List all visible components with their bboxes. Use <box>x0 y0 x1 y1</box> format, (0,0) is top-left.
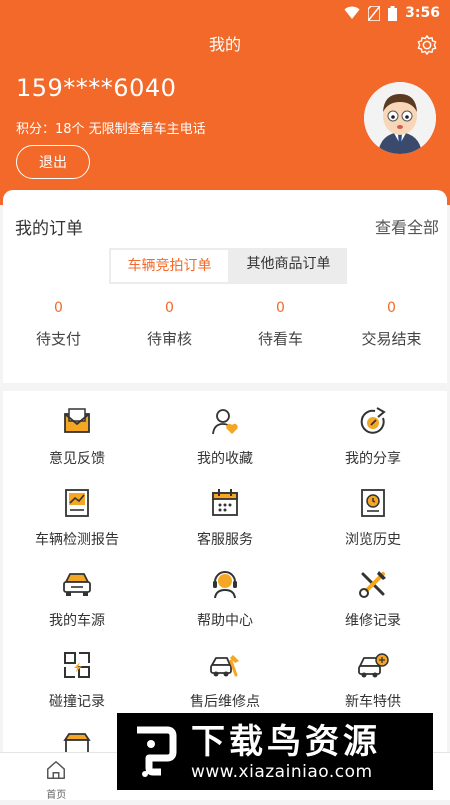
stat-count: 0 <box>387 300 396 316</box>
stat-completed[interactable]: 0 交易结束 <box>336 300 447 349</box>
stat-count: 0 <box>54 300 63 316</box>
menu-item-label: 我的分享 <box>345 451 401 467</box>
wifi-icon <box>344 6 360 19</box>
menu-item-label: 客服服务 <box>197 532 253 548</box>
user-phone: 159****6040 <box>16 74 177 102</box>
menu-item-label: 碰撞记录 <box>49 694 105 710</box>
menu-item-favorites[interactable]: 我的收藏 <box>151 400 299 481</box>
menu-item-inspection-report[interactable]: 车辆检测报告 <box>3 481 151 562</box>
watermark-title: 下载鸟资源 <box>191 721 381 762</box>
tab-home[interactable]: 首页 <box>0 753 113 801</box>
menu-item-label: 浏览历史 <box>345 532 401 548</box>
home-icon <box>47 761 66 779</box>
tools-icon <box>359 571 386 598</box>
headset-icon <box>213 571 237 599</box>
section-divider <box>3 383 447 391</box>
history-icon <box>361 489 385 517</box>
menu-item-repair-records[interactable]: 维修记录 <box>299 562 447 643</box>
order-tabs: 车辆竞拍订单 其他商品订单 <box>109 248 347 284</box>
menu-item-customer-service[interactable]: 客服服务 <box>151 481 299 562</box>
menu-item-feedback[interactable]: 意见反馈 <box>3 400 151 481</box>
page-title: 我的 <box>208 35 241 54</box>
avatar[interactable] <box>364 82 436 154</box>
menu-item-label: 售后维修点 <box>190 694 260 710</box>
menu-item-label: 帮助中心 <box>197 613 253 629</box>
no-sim-icon <box>368 5 381 21</box>
stat-pending-viewing[interactable]: 0 待看车 <box>225 300 336 349</box>
view-all-link[interactable]: 查看全部 <box>375 214 439 238</box>
menu-item-service-points[interactable]: 售后维修点 <box>151 643 299 724</box>
tab-other-orders[interactable]: 其他商品订单 <box>230 248 347 284</box>
menu-item-collision-records[interactable]: 碰撞记录 <box>3 643 151 724</box>
stat-label: 交易结束 <box>361 330 422 348</box>
menu-item-history[interactable]: 浏览历史 <box>299 481 447 562</box>
status-bar: 3:56 <box>0 0 450 26</box>
stat-pending-payment[interactable]: 0 待支付 <box>3 300 114 349</box>
menu-item-my-cars[interactable]: 我的车源 <box>3 562 151 643</box>
collision-icon <box>64 652 90 678</box>
report-icon <box>65 489 89 517</box>
menu-item-label: 我的收藏 <box>197 451 253 467</box>
stat-pending-review[interactable]: 0 待审核 <box>114 300 225 349</box>
share-icon <box>360 407 386 434</box>
stat-label: 待看车 <box>257 330 303 348</box>
watermark-logo: 下载鸟资源 www.xiazainiao.com <box>117 713 433 790</box>
points-info: 积分：18个 无限制查看车主电话 <box>16 122 206 137</box>
orders-title: 我的订单 <box>15 219 83 239</box>
menu-item-help-center[interactable]: 帮助中心 <box>151 562 299 643</box>
menu-item-new-car-offers[interactable]: 新车特供 <box>299 643 447 724</box>
stat-label: 待审核 <box>146 330 192 348</box>
menu-item-label: 新车特供 <box>345 694 401 710</box>
status-time: 3:56 <box>405 5 440 21</box>
menu-item-label: 维修记录 <box>345 613 401 629</box>
tab-home-label: 首页 <box>46 790 67 801</box>
watermark-url: www.xiazainiao.com <box>191 761 373 782</box>
new-car-icon <box>358 653 389 678</box>
repair-car-icon <box>210 655 239 677</box>
menu-item-label: 车辆检测报告 <box>35 532 119 548</box>
calendar-icon <box>212 489 238 516</box>
favorite-icon <box>212 409 238 435</box>
order-stats: 0 待支付 0 待审核 0 待看车 0 交易结束 <box>3 300 447 349</box>
menu-item-share[interactable]: 我的分享 <box>299 400 447 481</box>
settings-gear-icon[interactable] <box>416 34 438 56</box>
content-card: 我的订单 查看全部 车辆竞拍订单 其他商品订单 0 待支付 0 待审核 0 待看… <box>3 190 447 800</box>
battery-icon <box>388 5 398 21</box>
feedback-icon <box>64 408 90 433</box>
car-source-icon <box>63 573 91 596</box>
menu-item-label: 意见反馈 <box>49 451 105 467</box>
logout-button[interactable]: 退出 <box>16 145 90 179</box>
menu-item-label: 我的车源 <box>49 613 105 629</box>
bird-logo-icon <box>137 726 177 777</box>
avatar-cartoon-icon <box>364 82 436 154</box>
stat-label: 待支付 <box>35 330 81 348</box>
stat-count: 0 <box>165 300 174 316</box>
tab-auction-orders[interactable]: 车辆竞拍订单 <box>111 250 228 282</box>
stat-count: 0 <box>276 300 285 316</box>
